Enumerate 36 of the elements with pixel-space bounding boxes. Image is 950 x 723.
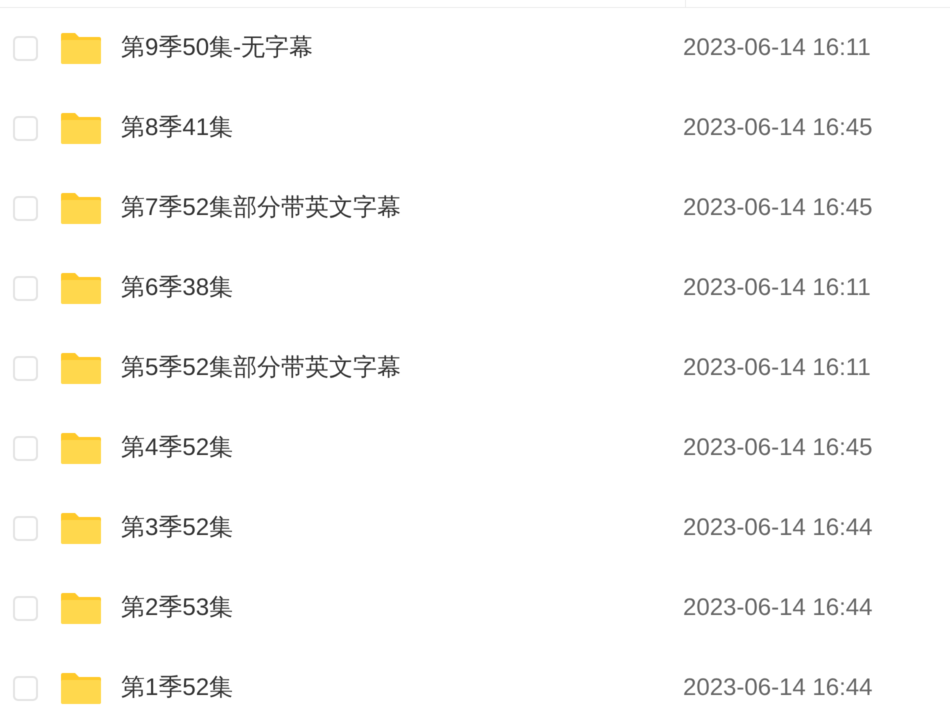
folder-name[interactable]: 第7季52集部分带英文字幕 <box>121 190 681 226</box>
modified-date: 2023-06-14 16:45 <box>683 113 872 143</box>
folder-icon <box>61 272 101 304</box>
folder-name[interactable]: 第8季41集 <box>121 110 681 146</box>
folder-name[interactable]: 第6季38集 <box>121 270 681 306</box>
modified-date: 2023-06-14 16:45 <box>683 433 872 463</box>
folder-icon <box>61 592 101 624</box>
checkbox[interactable] <box>13 356 38 380</box>
folder-icon <box>61 192 101 224</box>
folder-icon <box>61 512 101 544</box>
checkbox[interactable] <box>13 276 38 300</box>
modified-date: 2023-06-14 16:11 <box>683 273 871 303</box>
modified-date: 2023-06-14 16:11 <box>683 353 871 383</box>
checkbox[interactable] <box>13 676 38 700</box>
folder-icon <box>61 672 101 704</box>
folder-name[interactable]: 第5季52集部分带英文字幕 <box>121 350 681 386</box>
modified-date: 2023-06-14 16:45 <box>683 193 872 223</box>
folder-icon <box>61 112 101 144</box>
folder-icon <box>61 352 101 384</box>
checkbox[interactable] <box>13 596 38 620</box>
folder-icon <box>61 32 101 64</box>
checkbox[interactable] <box>13 516 38 540</box>
folder-name[interactable]: 第2季53集 <box>121 590 681 626</box>
folder-name[interactable]: 第3季52集 <box>121 510 681 546</box>
checkbox[interactable] <box>13 36 38 60</box>
modified-date: 2023-06-14 16:44 <box>683 513 872 543</box>
modified-date: 2023-06-14 16:44 <box>683 673 872 703</box>
folder-name[interactable]: 第9季50集-无字幕 <box>121 30 681 66</box>
folder-icon <box>61 432 101 464</box>
checkbox[interactable] <box>13 196 38 220</box>
folder-name[interactable]: 第1季52集 <box>121 670 681 706</box>
checkbox[interactable] <box>13 116 38 140</box>
folder-name[interactable]: 第4季52集 <box>121 430 681 466</box>
modified-date: 2023-06-14 16:11 <box>683 33 871 63</box>
modified-date: 2023-06-14 16:44 <box>683 593 872 623</box>
checkbox[interactable] <box>13 436 38 460</box>
